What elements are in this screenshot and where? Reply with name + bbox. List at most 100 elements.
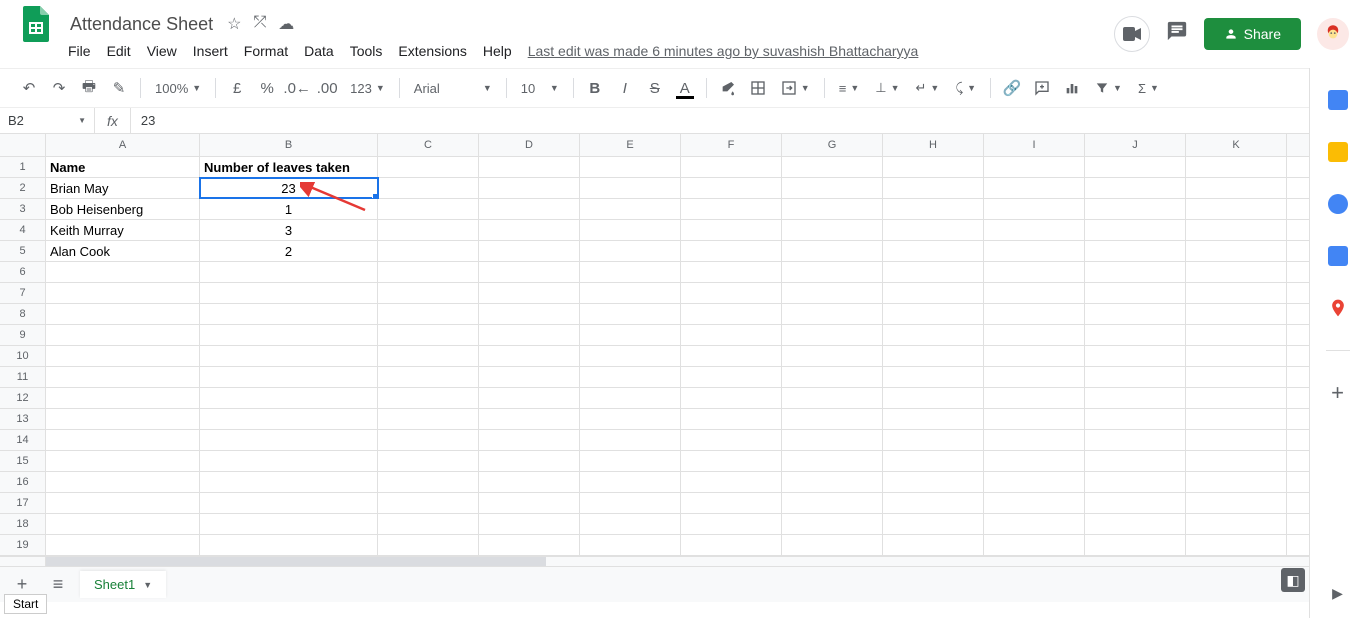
cell-A3[interactable]: Bob Heisenberg bbox=[46, 199, 200, 219]
start-button[interactable]: Start bbox=[4, 594, 47, 614]
cell-E6[interactable] bbox=[580, 262, 681, 282]
cell-J9[interactable] bbox=[1085, 325, 1186, 345]
cell-I6[interactable] bbox=[984, 262, 1085, 282]
col-header-D[interactable]: D bbox=[479, 134, 580, 156]
cell-E15[interactable] bbox=[580, 451, 681, 471]
cell-B10[interactable] bbox=[200, 346, 378, 366]
row-header[interactable]: 8 bbox=[0, 304, 46, 324]
cell-F19[interactable] bbox=[681, 535, 782, 555]
paint-format-icon[interactable]: ✎ bbox=[106, 75, 132, 101]
row-header[interactable]: 13 bbox=[0, 409, 46, 429]
cell-J15[interactable] bbox=[1085, 451, 1186, 471]
cell-G18[interactable] bbox=[782, 514, 883, 534]
cell-J19[interactable] bbox=[1085, 535, 1186, 555]
document-title[interactable]: Attendance Sheet bbox=[64, 12, 219, 37]
cell-G13[interactable] bbox=[782, 409, 883, 429]
cell-G7[interactable] bbox=[782, 283, 883, 303]
cell-H19[interactable] bbox=[883, 535, 984, 555]
cell-A7[interactable] bbox=[46, 283, 200, 303]
row-header[interactable]: 16 bbox=[0, 472, 46, 492]
cell-F15[interactable] bbox=[681, 451, 782, 471]
cell-E11[interactable] bbox=[580, 367, 681, 387]
cell-B5[interactable]: 2 bbox=[200, 241, 378, 261]
cell-H12[interactable] bbox=[883, 388, 984, 408]
cell-I12[interactable] bbox=[984, 388, 1085, 408]
cell-G17[interactable] bbox=[782, 493, 883, 513]
text-wrap-icon[interactable]: ↵▼ bbox=[909, 80, 945, 96]
cell-G5[interactable] bbox=[782, 241, 883, 261]
strikethrough-icon[interactable]: S bbox=[642, 75, 668, 101]
formula-input[interactable]: 23 bbox=[131, 113, 1365, 128]
cell-G2[interactable] bbox=[782, 178, 883, 198]
cell-H9[interactable] bbox=[883, 325, 984, 345]
menu-data[interactable]: Data bbox=[296, 39, 342, 63]
cell-E19[interactable] bbox=[580, 535, 681, 555]
row-header[interactable]: 9 bbox=[0, 325, 46, 345]
undo-icon[interactable]: ↶ bbox=[16, 75, 42, 101]
name-box[interactable]: B2▼ bbox=[0, 108, 95, 133]
cell-H6[interactable] bbox=[883, 262, 984, 282]
cell-A16[interactable] bbox=[46, 472, 200, 492]
cell-H11[interactable] bbox=[883, 367, 984, 387]
col-header-K[interactable]: K bbox=[1186, 134, 1287, 156]
cell-K5[interactable] bbox=[1186, 241, 1287, 261]
cell-H16[interactable] bbox=[883, 472, 984, 492]
currency-icon[interactable]: £ bbox=[224, 75, 250, 101]
row-header[interactable]: 3 bbox=[0, 199, 46, 219]
cell-C18[interactable] bbox=[378, 514, 479, 534]
cell-F7[interactable] bbox=[681, 283, 782, 303]
meet-button[interactable] bbox=[1114, 16, 1150, 52]
decrease-decimal-icon[interactable]: .0← bbox=[284, 75, 310, 101]
cell-D9[interactable] bbox=[479, 325, 580, 345]
row-header[interactable]: 2 bbox=[0, 178, 46, 198]
cell-C7[interactable] bbox=[378, 283, 479, 303]
cell-J13[interactable] bbox=[1085, 409, 1186, 429]
cell-J14[interactable] bbox=[1085, 430, 1186, 450]
cell-A19[interactable] bbox=[46, 535, 200, 555]
cell-D4[interactable] bbox=[479, 220, 580, 240]
cell-H2[interactable] bbox=[883, 178, 984, 198]
cell-B17[interactable] bbox=[200, 493, 378, 513]
cell-B3[interactable]: 1 bbox=[200, 199, 378, 219]
cell-G15[interactable] bbox=[782, 451, 883, 471]
cell-E18[interactable] bbox=[580, 514, 681, 534]
cell-J17[interactable] bbox=[1085, 493, 1186, 513]
row-header[interactable]: 4 bbox=[0, 220, 46, 240]
cell-B19[interactable] bbox=[200, 535, 378, 555]
font-select[interactable]: Arial▼ bbox=[408, 81, 498, 96]
cell-G12[interactable] bbox=[782, 388, 883, 408]
cell-K17[interactable] bbox=[1186, 493, 1287, 513]
cell-H15[interactable] bbox=[883, 451, 984, 471]
cell-D13[interactable] bbox=[479, 409, 580, 429]
cell-D15[interactable] bbox=[479, 451, 580, 471]
cell-B2[interactable]: 23 bbox=[200, 178, 378, 198]
row-header[interactable]: 18 bbox=[0, 514, 46, 534]
cell-C2[interactable] bbox=[378, 178, 479, 198]
cell-F11[interactable] bbox=[681, 367, 782, 387]
cell-J10[interactable] bbox=[1085, 346, 1186, 366]
cell-E13[interactable] bbox=[580, 409, 681, 429]
cell-I14[interactable] bbox=[984, 430, 1085, 450]
cell-I4[interactable] bbox=[984, 220, 1085, 240]
text-color-icon[interactable]: A bbox=[672, 75, 698, 101]
cell-D8[interactable] bbox=[479, 304, 580, 324]
cell-B4[interactable]: 3 bbox=[200, 220, 378, 240]
cell-B15[interactable] bbox=[200, 451, 378, 471]
cell-C10[interactable] bbox=[378, 346, 479, 366]
cell-K2[interactable] bbox=[1186, 178, 1287, 198]
row-header[interactable]: 7 bbox=[0, 283, 46, 303]
cell-J1[interactable] bbox=[1085, 157, 1186, 177]
cell-F3[interactable] bbox=[681, 199, 782, 219]
cell-B6[interactable] bbox=[200, 262, 378, 282]
insert-link-icon[interactable]: 🔗 bbox=[999, 75, 1025, 101]
merge-cells-icon[interactable]: ▼ bbox=[775, 80, 816, 96]
cell-G10[interactable] bbox=[782, 346, 883, 366]
row-header[interactable]: 12 bbox=[0, 388, 46, 408]
cell-C16[interactable] bbox=[378, 472, 479, 492]
cell-I1[interactable] bbox=[984, 157, 1085, 177]
row-header[interactable]: 19 bbox=[0, 535, 46, 555]
functions-icon[interactable]: Σ▼ bbox=[1132, 81, 1165, 96]
cell-K11[interactable] bbox=[1186, 367, 1287, 387]
sheets-logo[interactable] bbox=[16, 4, 56, 44]
cell-D16[interactable] bbox=[479, 472, 580, 492]
